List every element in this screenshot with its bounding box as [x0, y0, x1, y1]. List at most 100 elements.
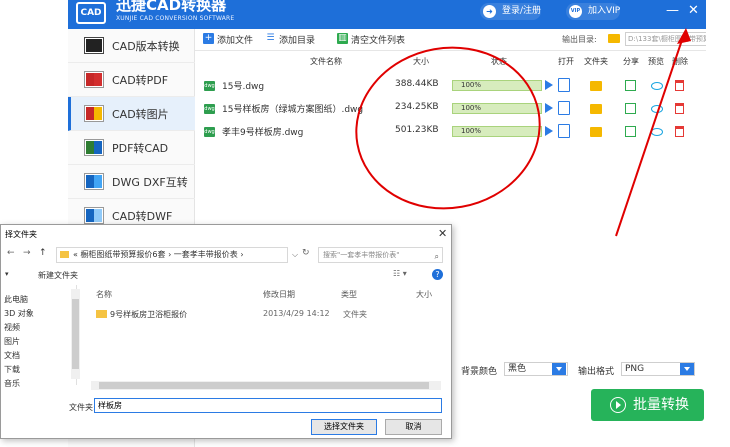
share-icon[interactable] [625, 126, 636, 137]
close-button[interactable]: ✕ [688, 3, 699, 19]
file-name: 孝丰9号样板房.dwg [222, 128, 304, 138]
delete-trash-icon[interactable] [675, 103, 684, 114]
play-icon[interactable] [545, 126, 553, 136]
tree-item-videos[interactable]: 视频 [4, 322, 20, 333]
add-file-label: 添加文件 [217, 36, 254, 46]
open-folder-icon[interactable] [590, 104, 602, 114]
clear-icon: ▥ [337, 33, 348, 44]
dwg-file-icon: dwg [204, 81, 215, 91]
tree-item-pictures[interactable]: 图片 [4, 336, 20, 347]
sidebar-item-label: CAD版本转换 [112, 39, 180, 53]
open-file-icon[interactable] [558, 78, 570, 92]
dropdown-icon[interactable]: ⌵ [292, 250, 298, 260]
col-preview: 预览 [648, 57, 664, 66]
refresh-icon[interactable]: ↻ [302, 248, 310, 258]
folder-field-label: 文件夹: [69, 403, 96, 412]
batch-convert-button[interactable]: 批量转换 [591, 389, 704, 421]
sidebar-item-cad-to-pdf[interactable]: CAD转PDF [68, 63, 195, 97]
dwg-file-icon: dwg [204, 104, 215, 114]
share-icon[interactable] [625, 80, 636, 91]
folder-type: 文件夹 [343, 310, 367, 319]
col-date-header[interactable]: 修改日期 [263, 289, 295, 300]
vip-label: 加入VIP [588, 6, 621, 16]
col-status: 状态 [491, 57, 507, 66]
back-arrow-icon[interactable]: ← [7, 248, 15, 258]
open-folder-icon[interactable] [590, 81, 602, 91]
tree-item-music[interactable]: 音乐 [4, 378, 20, 389]
login-label: 登录/注册 [502, 6, 542, 16]
tree-scrollbar[interactable] [71, 289, 80, 379]
sidebar-item-label: CAD转PDF [112, 73, 169, 87]
col-size-header[interactable]: 大小 [416, 289, 432, 300]
clear-list-button[interactable]: ▥ 清空文件列表 [337, 33, 405, 46]
chevron-down-icon[interactable] [680, 363, 694, 375]
sidebar-item-pdf-to-cad[interactable]: PDF转CAD [68, 131, 195, 165]
view-options-icon[interactable]: ☷ ▾ [393, 269, 407, 278]
cancel-button[interactable]: 取消 [385, 419, 442, 435]
tree-item-this-pc[interactable]: 此电脑 [4, 294, 28, 305]
tree-item-downloads[interactable]: 下载 [4, 364, 20, 375]
dwg-dxf-icon [84, 173, 104, 190]
address-breadcrumb[interactable]: « 橱柜图纸带预算报价6套 › 一套孝丰带报价表 › [56, 247, 288, 263]
toolbar: + 添加文件 ☰ 添加目录 ▥ 清空文件列表 输出目录: D:\133套\橱柜图… [195, 29, 706, 51]
folder-icon [96, 310, 107, 318]
sidebar-item-cad-version[interactable]: CAD版本转换 [68, 29, 195, 63]
progress-bar: 100% [452, 126, 542, 137]
dialog-close-icon[interactable]: ✕ [438, 227, 447, 240]
login-button[interactable]: ➜ 登录/注册 [480, 3, 542, 20]
forward-arrow-icon[interactable]: → [23, 248, 31, 258]
sidebar-item-dwg-dxf[interactable]: DWG DXF互转 [68, 165, 195, 199]
horizontal-scrollbar[interactable] [91, 381, 441, 390]
folder-date: 2013/4/29 14:12 [263, 309, 330, 318]
play-icon[interactable] [545, 80, 553, 90]
preview-eye-icon[interactable] [651, 128, 663, 136]
table-row[interactable]: dwg 孝丰9号样板房.dwg 501.23KB 100% [195, 120, 706, 146]
open-file-icon[interactable] [558, 101, 570, 115]
new-folder-button[interactable]: 新建文件夹 [38, 270, 78, 281]
folder-name-input[interactable]: 样板房 [94, 398, 442, 413]
search-placeholder: 搜索"一套孝丰带报价表" [323, 251, 400, 259]
file-size: 501.23KB [395, 125, 439, 135]
chevron-down-icon[interactable] [552, 363, 566, 375]
join-vip-button[interactable]: VIP 加入VIP [566, 3, 621, 20]
output-dir-field[interactable]: D:\133套\橱柜图纸带预算报价6套 [625, 32, 706, 46]
delete-trash-icon[interactable] [675, 126, 684, 137]
col-size: 大小 [413, 57, 429, 66]
scroll-thumb[interactable] [72, 299, 79, 369]
delete-trash-icon[interactable] [675, 80, 684, 91]
output-format-value: PNG [625, 364, 645, 374]
preview-eye-icon[interactable] [651, 105, 663, 113]
minimize-button[interactable]: — [666, 3, 679, 19]
select-folder-button[interactable]: 选择文件夹 [311, 419, 377, 435]
add-directory-button[interactable]: ☰ 添加目录 [265, 33, 315, 46]
search-input[interactable]: 搜索"一套孝丰带报价表" ⌕ [318, 247, 443, 263]
col-type-header[interactable]: 类型 [341, 289, 357, 300]
sidebar-item-label: DWG DXF互转 [112, 175, 188, 189]
open-folder-icon[interactable] [590, 127, 602, 137]
share-icon[interactable] [625, 103, 636, 114]
login-arrow-icon: ➜ [483, 5, 496, 18]
tree-item-3d-objects[interactable]: 3D 对象 [4, 308, 34, 319]
search-icon: ⌕ [434, 252, 439, 261]
pdf-to-cad-icon [84, 139, 104, 156]
scroll-thumb[interactable] [99, 382, 429, 389]
open-file-icon[interactable] [558, 124, 570, 138]
add-file-button[interactable]: + 添加文件 [203, 33, 253, 46]
tree-item-documents[interactable]: 文档 [4, 350, 20, 361]
organize-chevron-icon[interactable]: ▾ [5, 270, 9, 278]
play-icon[interactable] [545, 103, 553, 113]
up-arrow-icon[interactable]: ↑ [39, 248, 47, 258]
progress-text: 100% [461, 81, 482, 89]
help-icon[interactable]: ? [432, 269, 443, 280]
sidebar-item-label: CAD转DWF [112, 209, 173, 223]
preview-eye-icon[interactable] [651, 82, 663, 90]
col-open: 打开 [558, 57, 574, 66]
folder-icon [608, 34, 620, 43]
file-table-header: 文件名称 大小 状态 打开 文件夹 分享 预览 删除 [195, 51, 706, 71]
col-name-header[interactable]: 名称 [96, 289, 112, 300]
output-format-label: 输出格式 [578, 367, 615, 377]
dialog-title: 择文件夹 [5, 230, 37, 239]
progress-bar: 100% [452, 103, 542, 114]
sidebar-item-cad-to-image[interactable]: CAD转图片 [68, 97, 195, 131]
list-item[interactable]: 9号样板房卫浴柜报价 [80, 307, 280, 321]
